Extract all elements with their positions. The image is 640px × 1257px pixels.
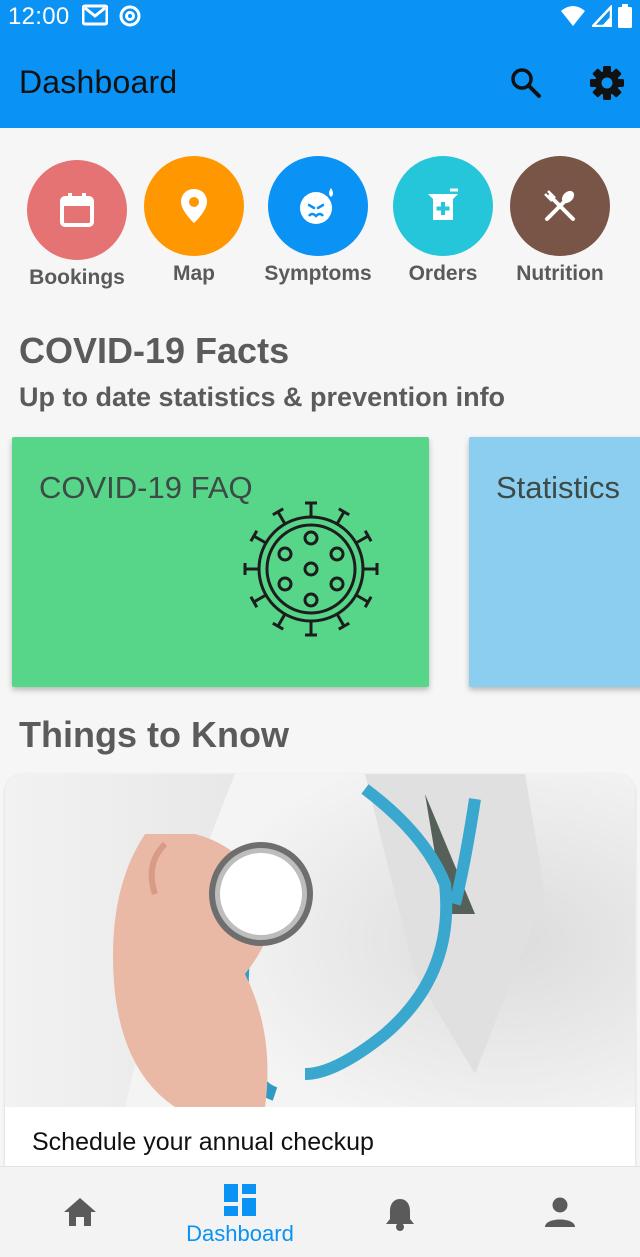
virus-icon <box>243 501 379 637</box>
quick-action-label: Nutrition <box>516 262 604 285</box>
bookings-circle <box>27 160 127 260</box>
quick-action-label: Bookings <box>29 266 125 289</box>
bottom-navigation: Dashboard <box>0 1166 640 1257</box>
status-time: 12:00 <box>8 3 70 30</box>
status-bar: 12:00 <box>0 0 640 32</box>
search-button[interactable] <box>508 65 544 101</box>
orders-circle <box>393 156 493 256</box>
nav-notifications[interactable] <box>320 1167 480 1257</box>
nutrition-circle <box>510 156 610 256</box>
person-icon <box>545 1197 575 1227</box>
statistics-card[interactable]: Statistics <box>469 437 640 687</box>
quick-action-label: Map <box>173 262 215 285</box>
quick-action-orders[interactable]: Orders <box>383 156 503 286</box>
doctor-stethoscope-image <box>5 774 635 1107</box>
gmail-icon <box>82 4 108 26</box>
home-icon <box>64 1198 96 1226</box>
nav-dashboard[interactable]: Dashboard <box>160 1167 320 1257</box>
map-circle <box>144 156 244 256</box>
utensils-icon <box>544 190 575 221</box>
pharmacy-icon <box>428 188 458 220</box>
battery-icon <box>618 4 632 28</box>
bell-icon <box>386 1199 414 1231</box>
wifi-icon <box>561 6 585 26</box>
dashboard-icon <box>224 1184 256 1216</box>
quick-action-map[interactable]: Map <box>134 156 254 286</box>
search-icon <box>511 68 541 98</box>
gear-icon <box>590 66 624 100</box>
quick-action-label: Orders <box>408 262 478 285</box>
section-title-facts: COVID-19 Facts <box>19 330 290 371</box>
faq-card[interactable]: COVID-19 FAQ <box>12 437 429 687</box>
app-bar: Dashboard <box>0 32 640 128</box>
quick-action-symptoms[interactable]: Symptoms <box>258 156 378 286</box>
nav-dashboard-label: Dashboard <box>186 1221 294 1246</box>
sick-face-icon <box>300 188 333 224</box>
signal-icon <box>592 5 612 27</box>
symptoms-circle <box>268 156 368 256</box>
nav-profile[interactable] <box>480 1167 640 1257</box>
quick-actions: Bookings Map Symptoms Orders Nutrition <box>0 150 640 300</box>
section-subtitle-facts: Up to date statistics & prevention info <box>19 382 506 412</box>
at-sign-icon <box>119 5 141 27</box>
location-pin-icon <box>181 189 207 223</box>
checkup-card[interactable]: Schedule your annual checkup <box>5 774 635 1174</box>
faq-card-title: COVID-19 FAQ <box>39 470 253 505</box>
statistics-card-title: Statistics <box>496 470 621 505</box>
section-title-things-to-know: Things to Know <box>19 714 289 755</box>
calendar-icon <box>60 193 94 227</box>
quick-action-nutrition[interactable]: Nutrition <box>500 156 620 286</box>
checkup-card-caption: Schedule your annual checkup <box>32 1128 374 1156</box>
quick-action-bookings[interactable]: Bookings <box>17 160 137 290</box>
settings-button[interactable] <box>588 64 626 102</box>
nav-home[interactable] <box>0 1167 160 1257</box>
page-title: Dashboard <box>19 64 178 100</box>
quick-action-label: Symptoms <box>264 262 372 285</box>
